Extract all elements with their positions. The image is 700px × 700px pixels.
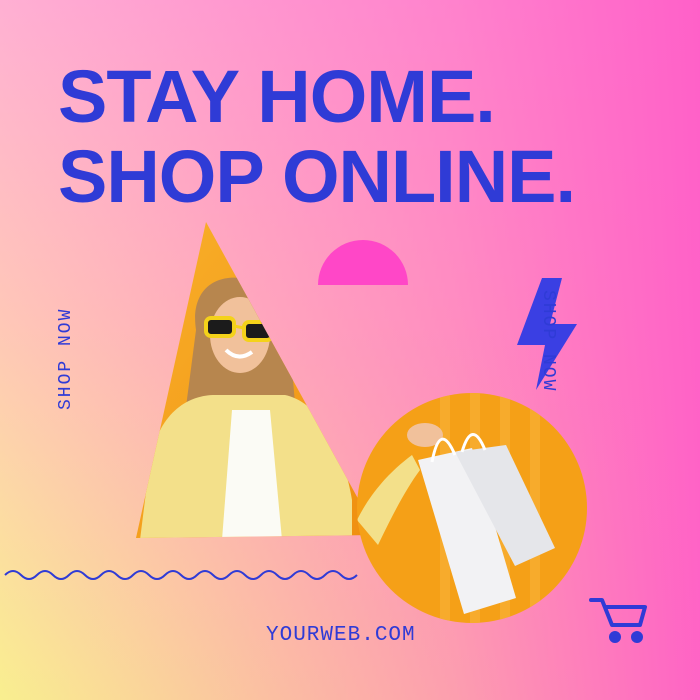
- circle-photo: [357, 393, 587, 623]
- shop-now-left[interactable]: SHOP NOW: [56, 308, 76, 410]
- wavy-line: [4, 570, 358, 580]
- shop-now-right[interactable]: SHOP NOW: [538, 290, 558, 392]
- promo-canvas: STAY HOME. SHOP ONLINE. SHOP NOW SHOP NO…: [0, 0, 700, 700]
- shopping-cart-icon: [589, 598, 647, 643]
- website-url[interactable]: YOURWEB.COM: [266, 624, 416, 647]
- half-circle-shape: [318, 240, 408, 285]
- promo-artwork: [4, 222, 647, 643]
